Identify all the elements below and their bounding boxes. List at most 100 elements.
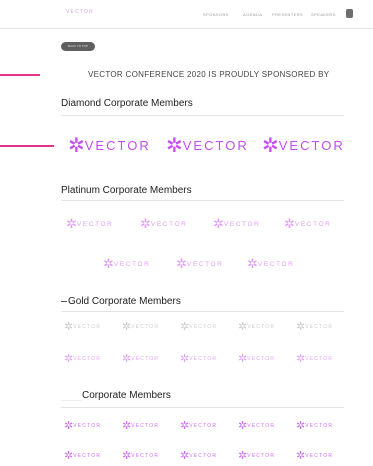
sponsor-logo-platinum[interactable]: ✲ VECTOR — [247, 256, 294, 272]
sponsor-logo-label: VECTOR — [247, 452, 276, 459]
vector-logo-icon: ✲ — [296, 353, 306, 365]
section-divider — [61, 200, 344, 201]
sponsor-logo-label: VECTOR — [73, 323, 102, 330]
vector-logo-icon: ✲ — [122, 450, 132, 462]
sponsor-logo-label: VECTOR — [189, 323, 218, 330]
nav-item-agenda[interactable]: AGENDA — [243, 12, 262, 17]
vector-logo-icon: ✲ — [180, 450, 190, 462]
vector-logo-icon: ✲ — [238, 353, 248, 365]
vector-logo-icon: ✲ — [64, 321, 74, 333]
vector-logo-icon: ✲ — [166, 135, 183, 157]
sponsor-logo-label: VECTOR — [305, 422, 334, 429]
section-title-gold: Gold Corporate Members — [61, 296, 181, 307]
back-to-top-button[interactable]: BACK TO TOP — [61, 42, 95, 51]
sponsor-logo-label: VECTOR — [131, 452, 160, 459]
sponsor-logo-gold[interactable]: ✲ VECTOR — [64, 320, 101, 333]
header-divider — [0, 28, 373, 29]
sponsor-logo-label: VECTOR — [186, 260, 224, 268]
sponsor-logo-label: VECTOR — [247, 355, 276, 362]
vector-logo-icon: ✲ — [284, 216, 295, 231]
section-divider — [61, 407, 344, 408]
vector-logo-icon: ✲ — [247, 256, 258, 271]
sponsor-logo-label: VECTOR — [73, 355, 102, 362]
vector-logo-icon: ✲ — [238, 321, 248, 333]
vector-logo-icon: ✲ — [262, 135, 279, 157]
sponsor-logo-label: VECTOR — [189, 422, 218, 429]
vector-logo-icon: ✲ — [140, 216, 151, 231]
sponsor-logo-gold[interactable]: ✲ VECTOR — [64, 352, 101, 365]
sponsor-logo-gold[interactable]: ✲ VECTOR — [238, 320, 275, 333]
vector-logo-icon: ✲ — [296, 321, 306, 333]
sponsor-logo-label: VECTOR — [278, 138, 345, 153]
sponsor-logo-corporate[interactable]: ✲ VECTOR — [238, 419, 275, 432]
sponsor-logo-gold[interactable]: ✲ VECTOR — [238, 352, 275, 365]
vector-logo-icon: ✲ — [180, 353, 190, 365]
sponsor-logo-gold[interactable]: ✲ VECTOR — [180, 352, 217, 365]
sponsor-logo-platinum[interactable]: ✲ VECTOR — [176, 256, 223, 272]
section-title-platinum: Platinum Corporate Members — [61, 185, 192, 196]
section-title-diamond: Diamond Corporate Members — [61, 98, 193, 109]
sponsor-logo-corporate[interactable]: ✲ VECTOR — [296, 449, 333, 462]
sponsor-logo-platinum[interactable]: ✲ VECTOR — [140, 216, 187, 232]
sponsor-logo-diamond[interactable]: ✲ VECTOR — [166, 133, 249, 158]
sponsor-logo-gold[interactable]: ✲ VECTOR — [296, 320, 333, 333]
vector-logo-icon: ✲ — [64, 420, 74, 432]
vector-logo-icon: ✲ — [103, 256, 114, 271]
sponsor-logo-corporate[interactable]: ✲ VECTOR — [296, 419, 333, 432]
sponsor-logo-label: VECTOR — [73, 422, 102, 429]
vector-logo-icon: ✲ — [238, 450, 248, 462]
sponsor-logo-corporate[interactable]: ✲ VECTOR — [64, 419, 101, 432]
sponsor-logo-label: VECTOR — [131, 323, 160, 330]
vector-logo-icon: ✲ — [238, 420, 248, 432]
section-divider — [61, 311, 344, 312]
sponsor-logo-corporate[interactable]: ✲ VECTOR — [64, 449, 101, 462]
vector-logo-icon: ✲ — [122, 353, 132, 365]
sponsor-logo-diamond[interactable]: ✲ VECTOR — [68, 133, 151, 158]
sponsor-logo-label: VECTOR — [305, 355, 334, 362]
sponsor-logo-label: VECTOR — [189, 452, 218, 459]
nav-item-speakers[interactable]: SPEAKERS — [311, 12, 336, 17]
sponsor-logo-platinum[interactable]: ✲ VECTOR — [284, 216, 331, 232]
sponsor-logo-corporate[interactable]: ✲ VECTOR — [122, 419, 159, 432]
page-headline: VECTOR CONFERENCE 2020 IS PROUDLY SPONSO… — [88, 70, 330, 79]
sponsor-logo-label: VECTOR — [189, 355, 218, 362]
sponsor-logo-platinum[interactable]: ✲ VECTOR — [103, 256, 150, 272]
vector-logo-icon: ✲ — [68, 135, 85, 157]
marker-line — [0, 145, 54, 147]
sponsor-logo-gold[interactable]: ✲ VECTOR — [122, 320, 159, 333]
sponsor-logo-label: VECTOR — [294, 220, 332, 228]
dash-marker — [61, 300, 67, 302]
sponsor-logo-gold[interactable]: ✲ VECTOR — [296, 352, 333, 365]
sponsor-logo-corporate[interactable]: ✲ VECTOR — [180, 419, 217, 432]
nav-item-presenters[interactable]: PRESENTERS — [272, 12, 303, 17]
section-divider — [61, 115, 344, 116]
sponsor-logo-label: VECTOR — [182, 138, 249, 153]
vector-logo-icon: ✲ — [66, 216, 77, 231]
vector-logo-icon: ✲ — [180, 420, 190, 432]
avatar[interactable] — [346, 9, 353, 18]
dash-marker — [61, 400, 81, 401]
section-title-corporate: Corporate Members — [82, 390, 171, 401]
sponsor-logo-label: VECTOR — [84, 138, 151, 153]
vector-logo-icon: ✲ — [64, 353, 74, 365]
sponsor-logo-platinum[interactable]: ✲ VECTOR — [66, 216, 113, 232]
vector-logo-icon: ✲ — [180, 321, 190, 333]
sponsor-logo-label: VECTOR — [247, 323, 276, 330]
sponsor-logo-label: VECTOR — [223, 220, 261, 228]
sponsor-logo-label: VECTOR — [113, 260, 151, 268]
sponsor-logo-gold[interactable]: ✲ VECTOR — [180, 320, 217, 333]
nav-item-sponsors[interactable]: SPONSORS — [203, 12, 229, 17]
sponsor-logo-label: VECTOR — [305, 452, 334, 459]
sponsor-logo-diamond[interactable]: ✲ VECTOR — [262, 133, 345, 158]
sponsor-logo-label: VECTOR — [257, 260, 295, 268]
sponsor-logo-label: VECTOR — [150, 220, 188, 228]
vector-logo-icon: ✲ — [176, 256, 187, 271]
sponsor-logo-gold[interactable]: ✲ VECTOR — [122, 352, 159, 365]
nav-logo[interactable]: VECTOR — [66, 9, 94, 15]
sponsor-logo-corporate[interactable]: ✲ VECTOR — [238, 449, 275, 462]
sponsor-logo-corporate[interactable]: ✲ VECTOR — [122, 449, 159, 462]
sponsor-logo-label: VECTOR — [247, 422, 276, 429]
sponsor-logo-platinum[interactable]: ✲ VECTOR — [213, 216, 260, 232]
sponsor-logo-corporate[interactable]: ✲ VECTOR — [180, 449, 217, 462]
vector-logo-icon: ✲ — [122, 321, 132, 333]
